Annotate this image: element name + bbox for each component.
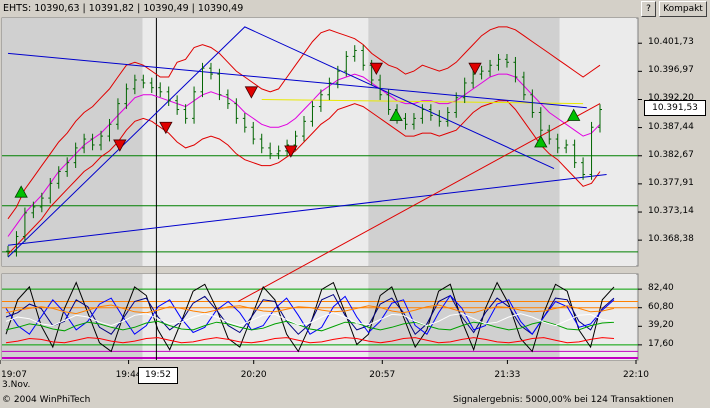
oscillator-tick-label: 39,20 bbox=[648, 320, 674, 331]
oscillator-tick-label: 82,40 bbox=[648, 283, 674, 294]
y-tick-label: 10.401,73 bbox=[648, 37, 694, 48]
cursor-time-label: 19:52 bbox=[138, 367, 178, 384]
y-tick-label: 10.396,97 bbox=[648, 65, 694, 76]
compact-button[interactable]: Kompakt bbox=[659, 1, 707, 17]
y-tick-label: 10.368,38 bbox=[648, 234, 694, 245]
session-band bbox=[368, 18, 560, 266]
y-tick-label: 10.377,91 bbox=[648, 177, 694, 188]
copyright-label: © 2004 WinPhiTech bbox=[2, 395, 91, 405]
oscillator-tick-label: 60,80 bbox=[648, 301, 674, 312]
session-band bbox=[142, 18, 369, 266]
current-price-marker: 10.391,53 bbox=[644, 100, 706, 116]
chart-canvas[interactable] bbox=[0, 0, 710, 408]
trading-chart-window: EHTS: 10390,63 | 10391,82 | 10390,49 | 1… bbox=[0, 0, 710, 408]
x-tick-label: 21:33 bbox=[494, 370, 521, 380]
help-button[interactable]: ? bbox=[641, 1, 656, 17]
y-tick-label: 10.373,14 bbox=[648, 206, 694, 217]
session-band bbox=[559, 18, 636, 266]
y-tick-label: 10.387,44 bbox=[648, 121, 694, 132]
x-tick-label: 19:07 bbox=[1, 370, 27, 380]
y-tick-label: 10.382,67 bbox=[648, 149, 694, 160]
session-band bbox=[142, 274, 369, 360]
x-tick-label: 20:57 bbox=[369, 370, 396, 380]
x-tick-label: 22:10 bbox=[623, 370, 649, 380]
x-tick-label: 20:20 bbox=[240, 370, 267, 380]
date-label: 3.Nov. bbox=[2, 380, 31, 390]
signal-result-label: Signalergebnis: 5000,00% bei 124 Transak… bbox=[453, 395, 674, 405]
oscillator-tick-label: 17,60 bbox=[648, 338, 674, 349]
quote-header: EHTS: 10390,63 | 10391,82 | 10390,49 | 1… bbox=[3, 3, 244, 14]
